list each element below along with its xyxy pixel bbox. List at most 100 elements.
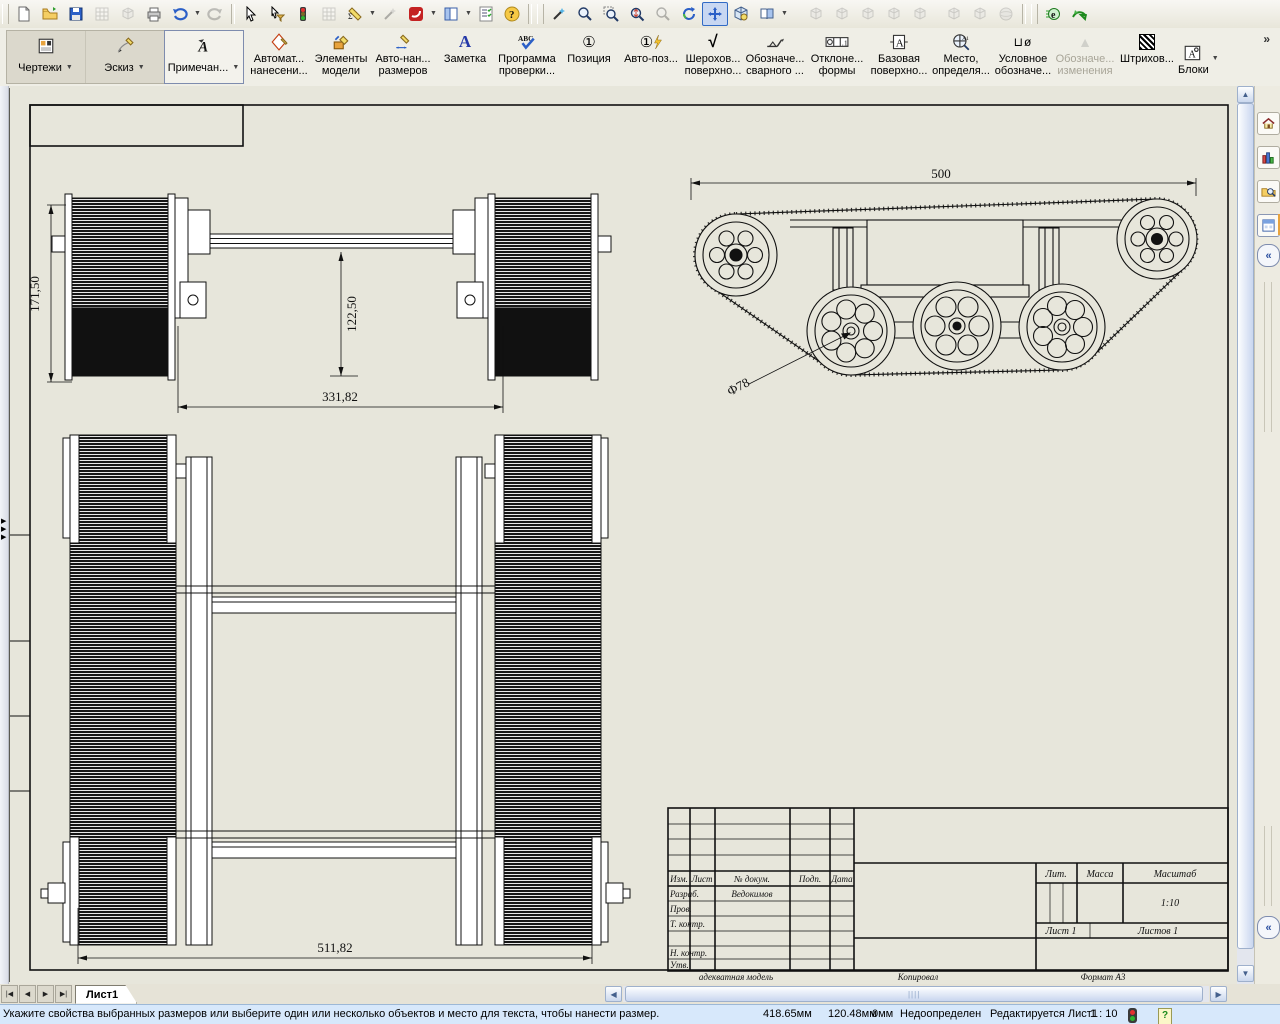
tab-sketch[interactable]: Эскиз▼ — [86, 31, 165, 83]
toolbar-grab-handle[interactable] — [537, 4, 544, 24]
quick-tips-icon[interactable]: ? — [1158, 1008, 1172, 1024]
sketch-dropdown[interactable]: ▼ — [137, 57, 146, 79]
undo-button[interactable] — [167, 2, 193, 26]
dimension-axle-height[interactable]: 122,50 — [330, 252, 359, 376]
front-view[interactable] — [52, 194, 611, 380]
right-sprocket-wheel[interactable] — [1117, 199, 1197, 279]
redraw-button[interactable] — [546, 2, 572, 26]
svg-text:Ведокимов: Ведокимов — [731, 889, 772, 899]
hole-callout-button[interactable]: ⊔ø Условноеобозначе... — [992, 28, 1054, 86]
display-pane-button[interactable] — [438, 2, 464, 26]
datum-target-button[interactable]: A1 Место,определя... — [930, 28, 992, 86]
new-document-button[interactable] — [11, 2, 37, 26]
svg-text:Ф78: Ф78 — [724, 374, 752, 398]
zoom-to-area-button[interactable] — [598, 2, 624, 26]
tab-drawings[interactable]: Чертежи▼ — [7, 31, 86, 83]
view-orientation-dropdown[interactable]: ▼ — [780, 3, 789, 25]
blocks-button[interactable]: A Блоки ▼ — [1178, 28, 1252, 86]
left-sprocket-wheel[interactable] — [695, 214, 777, 296]
open-button[interactable] — [37, 2, 63, 26]
animator-button[interactable] — [1066, 2, 1092, 26]
auto-balloon-button[interactable]: ① Авто-поз... — [620, 28, 682, 86]
model-items-button[interactable]: Элементымодели — [310, 28, 372, 86]
auto-balloon-icon: ① — [640, 31, 662, 53]
rotate-view-button[interactable] — [676, 2, 702, 26]
display-pane-dropdown[interactable]: ▼ — [464, 3, 473, 25]
horizontal-scrollbar[interactable]: |||| — [623, 986, 1209, 1002]
collapse-task-pane-button[interactable]: « — [1257, 244, 1280, 267]
drawing-canvas[interactable]: 171,50 122,50 331,82 — [8, 86, 1237, 984]
scroll-left-button[interactable]: ◀ — [605, 986, 622, 1002]
blocks-dropdown[interactable]: ▼ — [1211, 48, 1220, 70]
edrawings-button[interactable] — [1040, 2, 1066, 26]
drawings-dropdown[interactable]: ▼ — [65, 57, 74, 79]
balloon-button[interactable]: ① Позиция — [558, 28, 620, 86]
zoom-to-fit-button[interactable] — [572, 2, 598, 26]
road-wheel-1[interactable] — [807, 287, 895, 375]
top-view[interactable] — [41, 435, 630, 945]
scroll-up-button[interactable]: ▲ — [1237, 86, 1254, 103]
last-sheet-button[interactable]: ▶| — [55, 985, 72, 1003]
3d-drawing-view-button[interactable] — [728, 2, 754, 26]
toolbar-overflow-chevron[interactable]: » — [1263, 28, 1280, 86]
print-button[interactable] — [141, 2, 167, 26]
pan-button[interactable] — [702, 2, 728, 26]
geometric-tolerance-button[interactable]: .1 Отклоне...формы — [806, 28, 868, 86]
autodimension-button[interactable]: Авто-нан...размеров — [372, 28, 434, 86]
solidworks-window: ▼ ▼ ▼ ▼ ▼ — [0, 0, 1280, 1024]
horizontal-scroll-thumb[interactable]: |||| — [625, 986, 1203, 1002]
note-button[interactable]: A Заметка — [434, 28, 496, 86]
vertical-scroll-thumb[interactable] — [1237, 103, 1254, 949]
auto-insert-button[interactable]: Автомат...нанесени... — [248, 28, 310, 86]
pane-drag-handle[interactable] — [1264, 282, 1272, 432]
task-pane-resources-button[interactable] — [1257, 146, 1280, 169]
svg-text:Лист 1: Лист 1 — [1045, 926, 1077, 937]
drawing-viewport[interactable]: ▶▶▶ — [0, 86, 1280, 984]
title-block[interactable]: Изм. Лист № докум. Подп. Дата Разраб. Ве… — [668, 808, 1228, 982]
side-view[interactable] — [695, 199, 1197, 375]
toolbar-grab-handle[interactable] — [2, 4, 9, 24]
task-pane-home-button[interactable] — [1257, 112, 1280, 135]
measure-dropdown[interactable]: ▼ — [368, 3, 377, 25]
scroll-down-button[interactable]: ▼ — [1237, 965, 1254, 982]
scroll-right-button[interactable]: ▶ — [1210, 986, 1227, 1002]
surface-finish-button[interactable]: √ Шерохов...поверхно... — [682, 28, 744, 86]
rebuild-button[interactable] — [290, 2, 316, 26]
save-button[interactable] — [63, 2, 89, 26]
zoom-in-out-button[interactable] — [624, 2, 650, 26]
measure-button[interactable] — [342, 2, 368, 26]
weld-symbol-button[interactable]: Обозначе...сварного ... — [744, 28, 806, 86]
collapse-lower-pane-button[interactable]: « — [1257, 916, 1280, 939]
spell-checker-button[interactable]: ABC Программапроверки... — [496, 28, 558, 86]
balloon-icon: ① — [582, 31, 595, 53]
svg-text:Формат А3: Формат А3 — [1081, 972, 1126, 982]
datum-feature-button[interactable]: A Базоваяповерхно... — [868, 28, 930, 86]
solidworks-dropdown[interactable]: ▼ — [429, 3, 438, 25]
toolbar-grab-handle[interactable] — [1031, 4, 1038, 24]
options-list-button[interactable] — [473, 2, 499, 26]
help-button[interactable] — [499, 2, 525, 26]
select-button[interactable] — [238, 2, 264, 26]
tab-annotations[interactable]: A Примечан...▼ — [164, 30, 244, 84]
vertical-scrollbar[interactable]: ▲ ▼ — [1237, 86, 1254, 984]
view-right-button — [881, 2, 907, 26]
road-wheel-3[interactable] — [1019, 284, 1105, 370]
next-sheet-button[interactable]: ▶ — [37, 985, 54, 1003]
area-hatch-button[interactable]: Штрихов... — [1116, 28, 1178, 86]
dimension-side-length[interactable]: 500 — [691, 166, 1196, 200]
view-front-button — [803, 2, 829, 26]
selection-filter-button[interactable] — [264, 2, 290, 26]
prev-sheet-button[interactable]: ◀ — [19, 985, 36, 1003]
first-sheet-button[interactable]: |◀ — [1, 985, 18, 1003]
task-pane-file-explorer-button[interactable] — [1257, 180, 1280, 203]
solidworks-button[interactable] — [403, 2, 429, 26]
undo-dropdown[interactable]: ▼ — [193, 3, 202, 25]
task-pane-view-palette-button[interactable] — [1257, 214, 1280, 237]
road-wheel-2[interactable] — [913, 282, 1001, 370]
view-orientation-button[interactable] — [754, 2, 780, 26]
sheet-tab[interactable]: Лист1 — [75, 985, 137, 1004]
splitter-arrows-icon[interactable]: ▶▶▶ — [1, 518, 6, 542]
drawing-sheet[interactable]: 171,50 122,50 331,82 — [8, 86, 1237, 984]
annotations-dropdown[interactable]: ▼ — [231, 57, 240, 79]
pane-drag-handle[interactable] — [1264, 826, 1272, 906]
